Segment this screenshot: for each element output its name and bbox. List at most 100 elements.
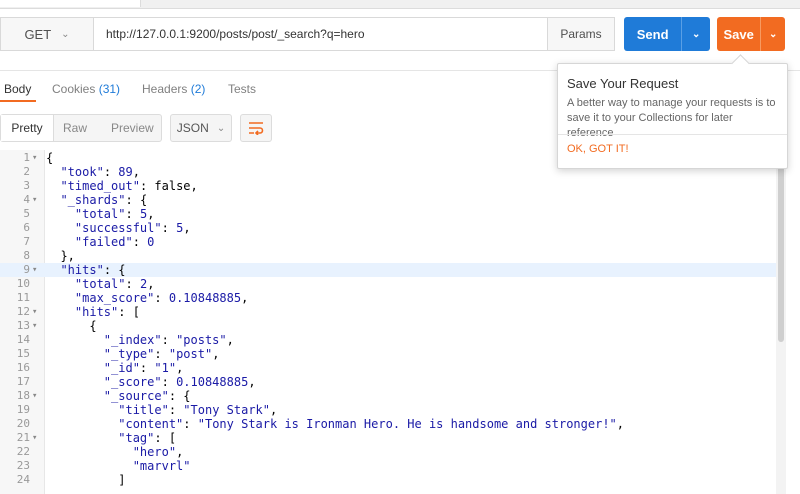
code-text: "_index": "posts", bbox=[103, 333, 234, 347]
code-line: 19 "title": "Tony Stark", bbox=[0, 403, 776, 417]
code-text: "tag": [ bbox=[118, 431, 177, 445]
line-number: 1 bbox=[23, 151, 30, 164]
view-mode-segment: Pretty Raw Preview bbox=[0, 114, 162, 142]
response-body-editor[interactable]: 1 ▾{2 "took": 89, 3 "timed_out": false, 4 ▾ … bbox=[0, 150, 800, 494]
url-text: http://127.0.0.1:9200/posts/post/_search… bbox=[106, 27, 365, 41]
line-number: 7 bbox=[23, 235, 30, 248]
wrap-lines-button[interactable] bbox=[240, 114, 272, 142]
code-line: 13 ▾ { bbox=[0, 319, 776, 333]
request-tab-strip bbox=[0, 0, 800, 9]
preview-button[interactable]: Preview bbox=[111, 121, 154, 135]
line-number: 16 bbox=[16, 361, 30, 374]
send-button[interactable]: Send ⌄ bbox=[624, 17, 710, 51]
tab-headers-label: Headers bbox=[142, 82, 188, 96]
tab-tests-label: Tests bbox=[228, 82, 257, 96]
fold-toggle-icon[interactable]: ▾ bbox=[32, 319, 37, 333]
pretty-button[interactable]: Pretty bbox=[1, 115, 54, 141]
line-number: 19 bbox=[16, 403, 30, 416]
tab-cookies-count: (31) bbox=[98, 82, 121, 96]
fold-toggle-icon[interactable]: ▾ bbox=[32, 263, 37, 277]
code-line: 22 "hero", bbox=[0, 445, 776, 459]
fold-toggle-icon[interactable]: ▾ bbox=[32, 305, 37, 319]
fold-toggle-icon[interactable]: ▾ bbox=[32, 151, 37, 165]
code-text: { bbox=[46, 151, 54, 165]
request-url-bar: GET ⌄ http://127.0.0.1:9200/posts/post/_… bbox=[0, 17, 800, 53]
code-text: "marvrl" bbox=[132, 459, 191, 473]
send-label: Send bbox=[636, 26, 669, 42]
format-select[interactable]: JSON ⌄ bbox=[170, 114, 232, 142]
line-number: 4 bbox=[23, 193, 30, 206]
line-number: 18 bbox=[16, 389, 30, 402]
line-number: 3 bbox=[23, 179, 30, 192]
tab-cookies[interactable]: Cookies (31) bbox=[52, 82, 120, 96]
code-line: 4 ▾ "_shards": { bbox=[0, 193, 776, 207]
code-line: 17 "_score": 0.10848885, bbox=[0, 375, 776, 389]
tab-body-label: Body bbox=[4, 82, 32, 96]
line-number: 6 bbox=[23, 221, 30, 234]
tab-body[interactable]: Body bbox=[4, 82, 31, 96]
chevron-down-icon: ⌄ bbox=[216, 122, 226, 134]
request-tab[interactable] bbox=[0, 0, 141, 7]
method-label: GET bbox=[24, 26, 52, 42]
code-line: 3 "timed_out": false, bbox=[0, 179, 776, 193]
tab-tests[interactable]: Tests bbox=[228, 82, 256, 96]
code-text: "took": 89, bbox=[60, 165, 140, 179]
popover-divider bbox=[558, 134, 787, 135]
code-text: "failed": 0 bbox=[74, 235, 155, 249]
code-line: 20 "content": "Tony Stark is Ironman Her… bbox=[0, 417, 776, 431]
code-text: "timed_out": false, bbox=[60, 179, 198, 193]
code-text: "_shards": { bbox=[60, 193, 148, 207]
save-dropdown-chevron-icon[interactable]: ⌄ bbox=[760, 17, 785, 51]
code-line: 12 ▾ "hits": [ bbox=[0, 305, 776, 319]
fold-toggle-icon[interactable]: ▾ bbox=[32, 193, 37, 207]
fold-toggle-icon[interactable]: ▾ bbox=[32, 431, 37, 445]
editor-scrollbar-thumb[interactable] bbox=[778, 152, 784, 342]
code-text: "hero", bbox=[132, 445, 184, 459]
line-number: 5 bbox=[23, 207, 30, 220]
code-text: "total": 2, bbox=[74, 277, 155, 291]
code-line: 23 "marvrl" bbox=[0, 459, 776, 473]
code-line: 5 "total": 5, bbox=[0, 207, 776, 221]
code-text: "max_score": 0.10848885, bbox=[74, 291, 249, 305]
line-number: 12 bbox=[16, 305, 30, 318]
line-number: 13 bbox=[16, 319, 30, 332]
code-line: 18 ▾ "_source": { bbox=[0, 389, 776, 403]
code-line: 16 "_id": "1", bbox=[0, 361, 776, 375]
line-number: 11 bbox=[16, 291, 30, 304]
code-line: 11 "max_score": 0.10848885, bbox=[0, 291, 776, 305]
save-button[interactable]: Save ⌄ bbox=[717, 17, 785, 51]
tab-cookies-label: Cookies bbox=[52, 82, 96, 96]
raw-button[interactable]: Raw bbox=[63, 121, 87, 135]
popover-arrow bbox=[731, 54, 750, 73]
send-dropdown-chevron-icon[interactable]: ⌄ bbox=[681, 17, 710, 51]
code-text: "_id": "1", bbox=[103, 361, 184, 375]
tab-headers[interactable]: Headers (2) bbox=[142, 82, 205, 96]
code-text: "total": 5, bbox=[74, 207, 155, 221]
fold-toggle-icon[interactable]: ▾ bbox=[32, 389, 37, 403]
code-text: "hits": { bbox=[60, 263, 126, 277]
code-text: "_type": "post", bbox=[103, 347, 220, 361]
code-line: 6 "successful": 5, bbox=[0, 221, 776, 235]
method-select[interactable]: GET ⌄ bbox=[0, 17, 94, 51]
code-text: "hits": [ bbox=[74, 305, 140, 319]
code-text: "successful": 5, bbox=[74, 221, 191, 235]
format-label: JSON bbox=[176, 121, 209, 135]
line-number: 21 bbox=[16, 431, 30, 444]
params-button[interactable]: Params bbox=[547, 17, 615, 51]
code-text: "title": "Tony Stark", bbox=[118, 403, 278, 417]
line-number: 14 bbox=[16, 333, 30, 346]
code-line: 24 ] bbox=[0, 473, 776, 487]
line-number: 9 bbox=[23, 263, 30, 276]
active-tab-indicator bbox=[0, 100, 36, 102]
line-number: 17 bbox=[16, 375, 30, 388]
line-number: 2 bbox=[23, 165, 30, 178]
pretty-label: Pretty bbox=[11, 121, 43, 135]
code-text: { bbox=[46, 319, 97, 333]
save-request-popover: Save Your Request A better way to manage… bbox=[557, 54, 788, 169]
line-number: 22 bbox=[16, 445, 30, 458]
url-input[interactable]: http://127.0.0.1:9200/posts/post/_search… bbox=[93, 17, 548, 51]
got-it-button[interactable]: OK, GOT IT! bbox=[567, 143, 629, 155]
code-line: 14 "_index": "posts", bbox=[0, 333, 776, 347]
code-text: "_score": 0.10848885, bbox=[103, 375, 256, 389]
line-number: 23 bbox=[16, 459, 30, 472]
